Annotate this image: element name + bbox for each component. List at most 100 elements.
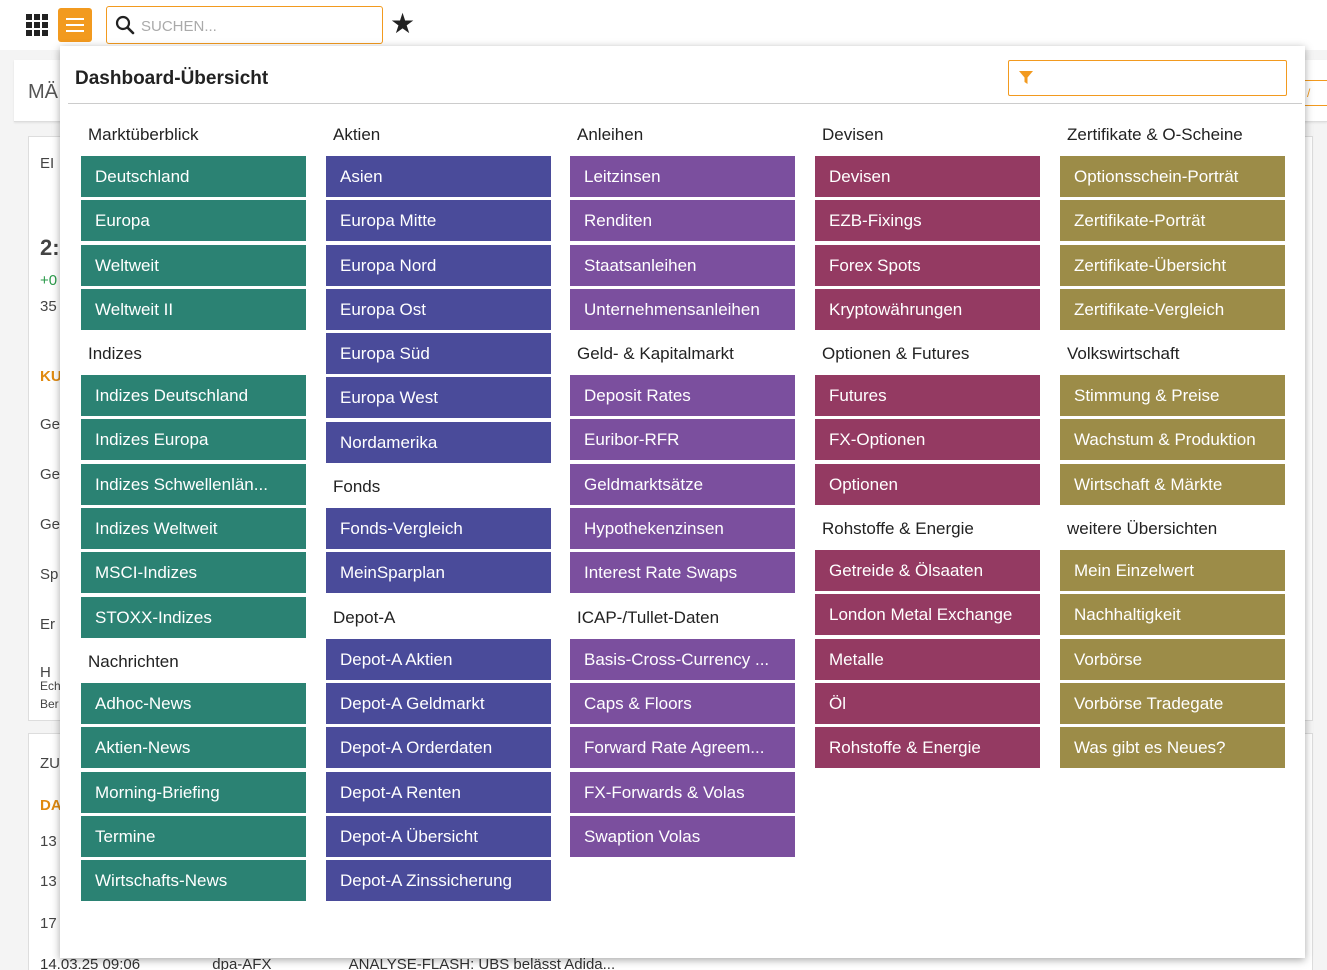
apps-grid-icon[interactable] <box>26 14 48 36</box>
dashboard-link-tile[interactable]: Depot-A Zinssicherung <box>326 860 551 902</box>
dashboard-link-tile[interactable]: Basis-Cross-Currency ... <box>570 638 795 680</box>
top-toolbar: ★ <box>0 0 1327 50</box>
dashboard-link-tile[interactable]: Indizes Schwellenlän... <box>81 463 306 505</box>
news-headline: ANALYSE-FLASH: UBS belässt Adida... <box>348 956 616 970</box>
background-text: DA <box>40 797 62 814</box>
dashboard-link-tile[interactable]: FX-Forwards & Volas <box>570 771 795 813</box>
dashboard-link-tile[interactable]: Renditen <box>570 200 795 242</box>
dashboard-link-tile[interactable]: Mein Einzelwert <box>1060 550 1285 592</box>
section-heading: Marktüberblick <box>88 125 199 144</box>
section-heading: weitere Übersichten <box>1067 519 1218 539</box>
dashboard-link-tile[interactable]: Europa West <box>326 377 551 419</box>
dashboard-link-tile[interactable]: Europa Nord <box>326 244 551 286</box>
dashboard-link-tile[interactable]: Forward Rate Agreem... <box>570 727 795 769</box>
dashboard-overview-panel: Dashboard-Übersicht Marktüberblick Deutsc… <box>60 46 1305 958</box>
header-right-tab[interactable]: / <box>1303 80 1327 106</box>
filter-box[interactable] <box>1008 60 1287 96</box>
dashboard-link-tile[interactable]: Wirtschaft & Märkte <box>1060 463 1285 505</box>
background-text: Ber <box>40 697 59 711</box>
dashboard-link-tile[interactable]: Getreide & Ölsaaten <box>815 550 1040 592</box>
dashboard-link-tile[interactable]: Geldmarktsätze <box>570 463 795 505</box>
dashboard-link-tile[interactable]: Indizes Europa <box>81 419 306 461</box>
dashboard-link-tile[interactable]: Optionsschein-Porträt <box>1060 156 1285 197</box>
background-text: 35 <box>40 298 57 315</box>
dashboard-link-tile[interactable]: Europa Süd <box>326 333 551 375</box>
news-time: 14.03.25 09:06 <box>40 956 141 970</box>
dashboard-link-tile[interactable]: Europa <box>81 200 306 242</box>
dashboard-link-tile[interactable]: Asien <box>326 156 551 197</box>
dashboard-link-tile[interactable]: Devisen <box>815 156 1040 197</box>
dashboard-link-tile[interactable]: Weltweit <box>81 244 306 286</box>
filter-input[interactable] <box>1039 67 1279 89</box>
background-text: Ge <box>40 416 61 433</box>
dashboard-link-tile[interactable]: Fonds-Vergleich <box>326 508 551 550</box>
dashboard-link-tile[interactable]: Staatsanleihen <box>570 244 795 286</box>
dashboard-link-tile[interactable]: Rohstoffe & Energie <box>815 727 1040 769</box>
favorites-star-icon[interactable]: ★ <box>390 10 415 38</box>
dashboard-link-tile[interactable]: Indizes Deutschland <box>81 375 306 417</box>
section-heading: Rohstoffe & Energie <box>822 519 974 539</box>
section-heading: Zertifikate & O-Scheine <box>1067 125 1243 144</box>
background-text: 2: <box>40 235 60 260</box>
dashboard-link-tile[interactable]: FX-Optionen <box>815 419 1040 461</box>
page-title: MÄ <box>28 81 58 103</box>
dashboard-link-tile[interactable]: Weltweit II <box>81 288 306 330</box>
menu-button[interactable] <box>58 8 92 42</box>
dashboard-link-tile[interactable]: Nordamerika <box>326 421 551 463</box>
dashboard-link-tile[interactable]: Swaption Volas <box>570 815 795 857</box>
dashboard-link-tile[interactable]: Optionen <box>815 463 1040 505</box>
background-text: 17 <box>40 915 57 932</box>
dashboard-link-tile[interactable]: STOXX-Indizes <box>81 596 306 638</box>
dashboard-link-tile[interactable]: Stimmung & Preise <box>1060 375 1285 417</box>
dashboard-link-tile[interactable]: Öl <box>815 682 1040 724</box>
background-text: Ge <box>40 466 61 483</box>
dashboard-link-tile[interactable]: Morning-Briefing <box>81 771 306 813</box>
dashboard-link-tile[interactable]: Indizes Weltweit <box>81 508 306 550</box>
dashboard-link-tile[interactable]: Deutschland <box>81 156 306 197</box>
dashboard-link-tile[interactable]: Depot-A Aktien <box>326 638 551 680</box>
news-row[interactable]: 14.03.25 09:06 dpa-AFX ANALYSE-FLASH: UB… <box>40 956 615 970</box>
search-box[interactable] <box>106 6 383 44</box>
dashboard-link-tile[interactable]: Euribor-RFR <box>570 419 795 461</box>
dashboard-link-tile[interactable]: Was gibt es Neues? <box>1060 727 1285 769</box>
dashboard-link-tile[interactable]: Adhoc-News <box>81 682 306 724</box>
section-heading: Depot-A <box>333 607 396 627</box>
dashboard-link-tile[interactable]: Interest Rate Swaps <box>570 552 795 594</box>
dashboard-link-tile[interactable]: Hypothekenzinsen <box>570 508 795 550</box>
dashboard-link-tile[interactable]: Europa Ost <box>326 288 551 330</box>
section-heading: Nachrichten <box>88 651 179 671</box>
section-heading: ICAP-/Tullet-Daten <box>577 607 720 627</box>
dashboard-link-tile[interactable]: Futures <box>815 375 1040 417</box>
dashboard-link-tile[interactable]: Depot-A Renten <box>326 771 551 813</box>
section-heading: Anleihen <box>577 125 644 144</box>
dashboard-link-tile[interactable]: MeinSparplan <box>326 552 551 594</box>
dashboard-link-tile[interactable]: Depot-A Übersicht <box>326 815 551 857</box>
dashboard-link-tile[interactable]: Unternehmensanleihen <box>570 288 795 330</box>
background-text: EI <box>40 155 55 172</box>
dashboard-link-tile[interactable]: Vorbörse <box>1060 638 1285 680</box>
dashboard-link-tile[interactable]: Leitzinsen <box>570 156 795 197</box>
dashboard-link-tile[interactable]: Kryptowährungen <box>815 288 1040 330</box>
dashboard-link-tile[interactable]: London Metal Exchange <box>815 594 1040 636</box>
dashboard-link-tile[interactable]: Aktien-News <box>81 727 306 769</box>
dashboard-link-tile[interactable]: Caps & Floors <box>570 682 795 724</box>
dashboard-link-tile[interactable]: Zertifikate-Porträt <box>1060 200 1285 242</box>
dashboard-link-tile[interactable]: Nachhaltigkeit <box>1060 594 1285 636</box>
dashboard-link-tile[interactable]: Depot-A Orderdaten <box>326 727 551 769</box>
dashboard-link-tile[interactable]: Zertifikate-Vergleich <box>1060 288 1285 330</box>
dashboard-link-tile[interactable]: Vorbörse Tradegate <box>1060 682 1285 724</box>
background-text: Sp <box>40 566 59 583</box>
dashboard-link-tile[interactable]: Depot-A Geldmarkt <box>326 682 551 724</box>
dashboard-link-tile[interactable]: Wachstum & Produktion <box>1060 419 1285 461</box>
dashboard-link-tile[interactable]: Forex Spots <box>815 244 1040 286</box>
dashboard-link-tile[interactable]: Metalle <box>815 638 1040 680</box>
section-heading: Fonds <box>333 477 381 497</box>
dashboard-link-tile[interactable]: Deposit Rates <box>570 375 795 417</box>
dashboard-link-tile[interactable]: EZB-Fixings <box>815 200 1040 242</box>
dashboard-link-tile[interactable]: Wirtschafts-News <box>81 860 306 902</box>
dashboard-link-tile[interactable]: Zertifikate-Übersicht <box>1060 244 1285 286</box>
search-input[interactable] <box>141 15 371 37</box>
dashboard-link-tile[interactable]: Termine <box>81 815 306 857</box>
dashboard-link-tile[interactable]: Europa Mitte <box>326 200 551 242</box>
dashboard-link-tile[interactable]: MSCI-Indizes <box>81 552 306 594</box>
